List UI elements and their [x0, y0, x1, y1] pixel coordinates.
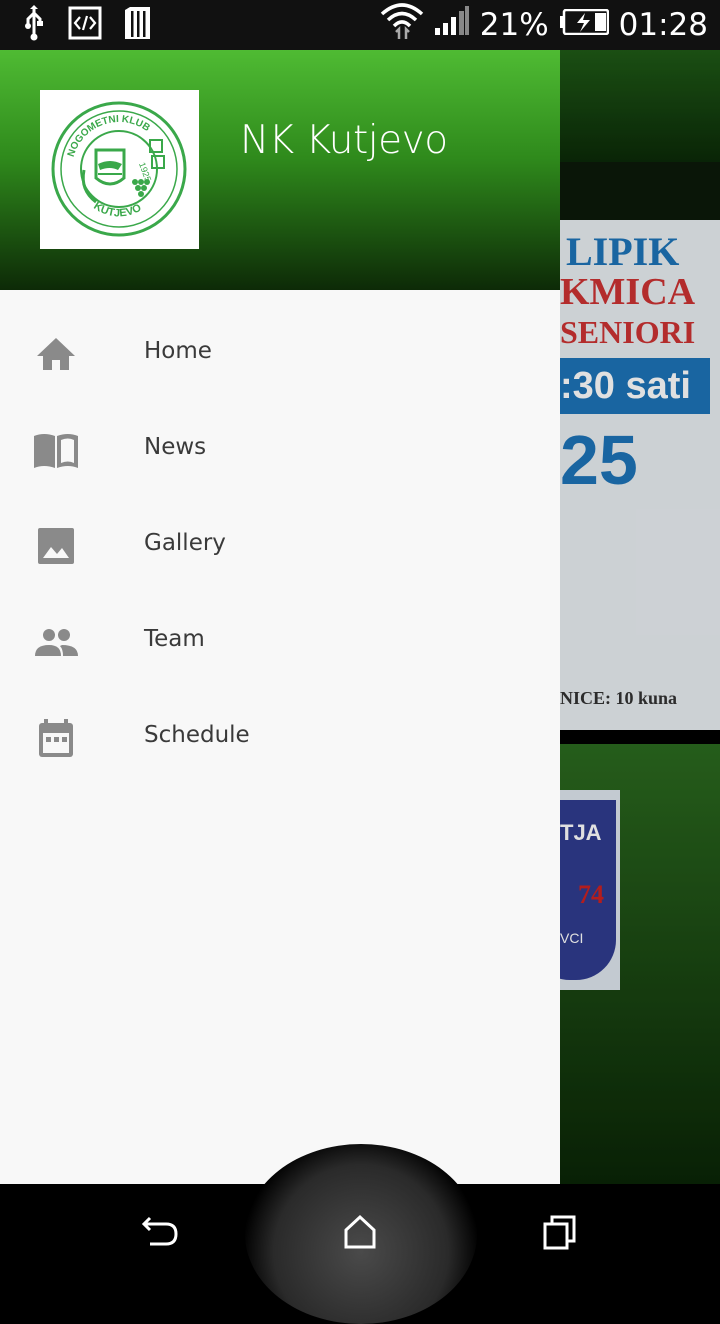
menu-item-gallery[interactable]: Gallery	[0, 498, 560, 594]
book-icon	[32, 426, 80, 474]
usb-icon	[20, 4, 48, 46]
status-bar: 21% 01:28	[0, 0, 720, 50]
status-right: 21% 01:28	[380, 3, 708, 44]
menu-item-label: Home	[144, 338, 212, 364]
app-title: NK Kutjevo	[240, 118, 448, 163]
menu-item-schedule[interactable]: Schedule	[0, 690, 560, 786]
wifi-icon	[380, 2, 424, 48]
navigation-drawer: NOGOMETNI KLUB KUTJEVO 1925 NK Kutjevo H…	[0, 50, 560, 1184]
back-icon[interactable]	[140, 1212, 180, 1252]
calendar-icon	[32, 714, 80, 762]
menu-item-team[interactable]: Team	[0, 594, 560, 690]
drawer-header: NOGOMETNI KLUB KUTJEVO 1925 NK Kutjevo	[0, 50, 560, 290]
home-icon	[32, 330, 80, 378]
people-icon	[32, 618, 80, 666]
menu-item-label: Gallery	[144, 530, 226, 556]
menu-item-news[interactable]: News	[0, 402, 560, 498]
menu-item-label: News	[144, 434, 207, 460]
menu-item-home[interactable]: Home	[0, 306, 560, 402]
battery-charging-icon	[559, 7, 609, 43]
recents-icon[interactable]	[540, 1212, 580, 1252]
image-icon	[32, 522, 80, 570]
storage-icon	[122, 6, 152, 45]
menu-item-label: Team	[144, 626, 205, 652]
developer-mode-icon	[68, 6, 102, 45]
status-time: 01:28	[618, 7, 708, 43]
drawer-menu: Home News Gallery Team Schedule	[0, 306, 560, 786]
signal-icon	[434, 6, 470, 44]
club-logo: NOGOMETNI KLUB KUTJEVO 1925	[40, 90, 199, 249]
menu-item-label: Schedule	[144, 722, 250, 748]
battery-percent: 21%	[479, 7, 549, 43]
svg-text:KUTJEVO: KUTJEVO	[91, 200, 143, 220]
system-nav-bar	[0, 1144, 720, 1324]
status-left-icons	[20, 4, 152, 45]
home-nav-icon[interactable]	[340, 1212, 380, 1252]
